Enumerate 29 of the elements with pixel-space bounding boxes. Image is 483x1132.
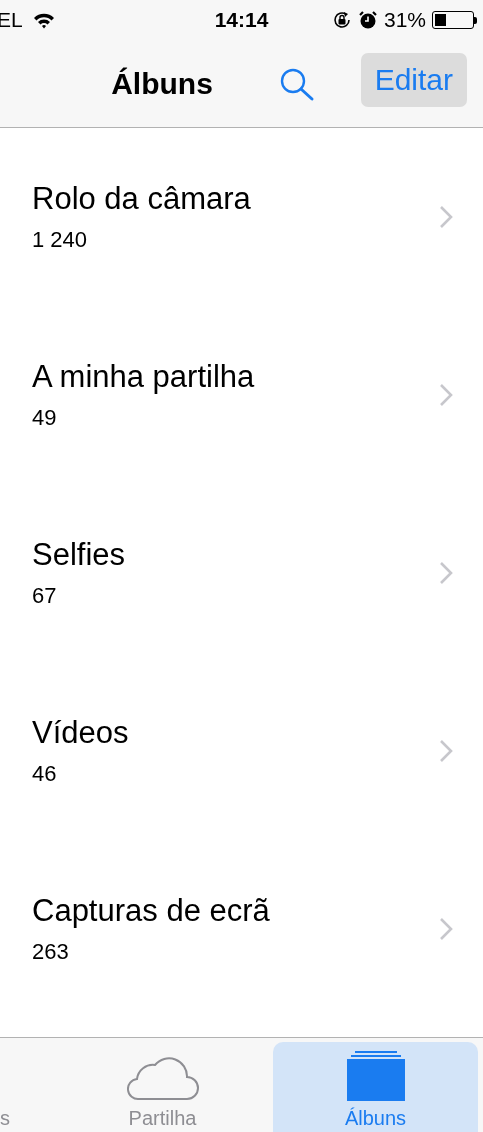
alarm-icon [357, 10, 378, 30]
chevron-icon [439, 917, 453, 941]
chevron-icon [439, 561, 453, 585]
album-count: 263 [32, 939, 70, 965]
album-count: 49 [32, 405, 58, 431]
album-name: Selfies [32, 537, 126, 573]
album-name: Capturas de ecrã [32, 893, 270, 929]
albums-icon [346, 1051, 405, 1101]
battery-percent: 31% [383, 8, 426, 32]
album-name: Rolo da câmara [32, 181, 251, 217]
nav-title: Álbuns [111, 66, 213, 101]
album-count: 1 240 [32, 227, 89, 253]
album-name: A minha partilha [32, 359, 255, 395]
album-count: 67 [32, 583, 58, 609]
album-name: Vídeos [32, 715, 129, 751]
album-row[interactable]: Vídeos 46 [0, 662, 483, 840]
status-time: 14:14 [214, 8, 269, 32]
chevron-icon [439, 205, 453, 229]
album-count: 46 [32, 761, 58, 787]
wifi-icon [32, 11, 55, 29]
rotation-lock-icon [331, 10, 352, 30]
album-row[interactable]: Selfies 67 [0, 484, 483, 662]
album-row[interactable]: Rolo da câmara 1 240 [0, 128, 483, 306]
chevron-icon [439, 383, 453, 407]
album-row[interactable]: Capturas de ecrã 263 [0, 840, 483, 1018]
cloud-icon [126, 1055, 199, 1101]
album-row[interactable]: A minha partilha 49 [0, 306, 483, 484]
battery-icon [432, 11, 477, 29]
chevron-icon [439, 739, 453, 763]
